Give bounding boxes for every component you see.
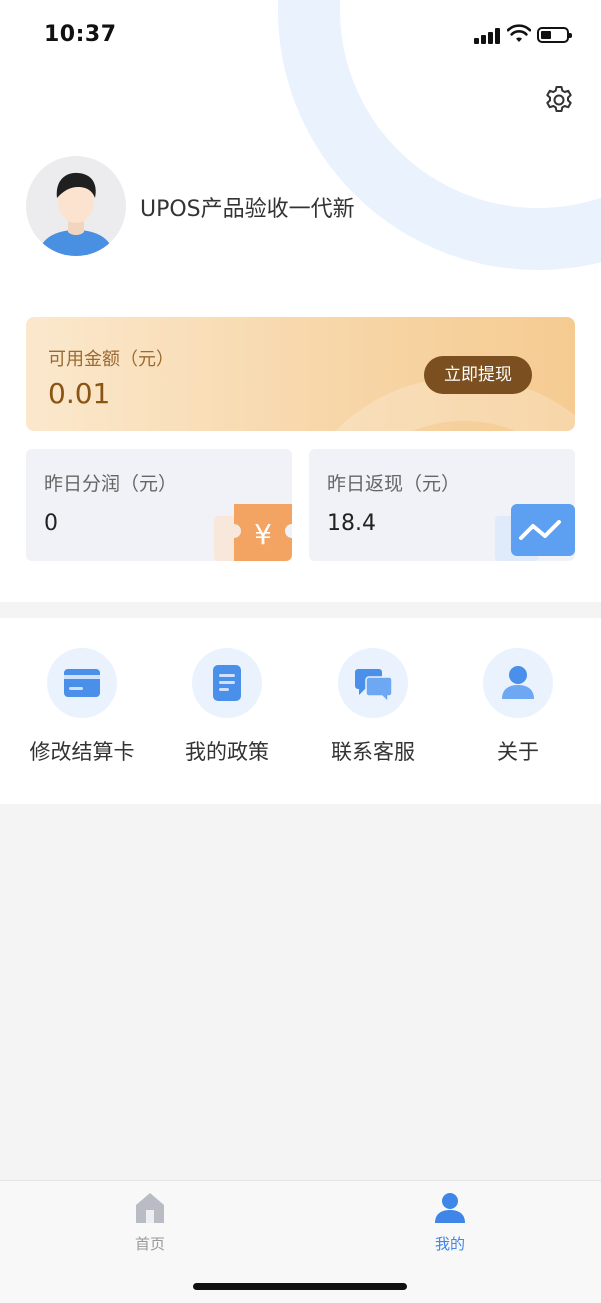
stat-card-cashback[interactable]: 昨日返现（元） 18.4 [309,449,575,561]
svg-text:¥: ¥ [254,518,272,551]
signal-icon [474,28,502,44]
battery-icon [537,27,572,43]
username: UPOS产品验收一代新 [140,197,355,222]
stat-value: 18.4 [327,511,376,536]
menu-item-label: 关于 [497,740,539,764]
withdraw-button[interactable]: 立即提现 [424,356,532,394]
stat-label: 昨日返现（元） [327,473,461,495]
yuan-ticket-icon: ¥ [214,504,292,561]
menu-item-label: 我的政策 [185,740,269,764]
menu-item-about[interactable]: 关于 [445,648,591,778]
balance-label: 可用金额（元） [48,349,174,370]
menu-item-label: 修改结算卡 [29,740,135,764]
profile-header: 10:37 UPOS产品验收一代新 可用金额（元） 0.01 立即提现 昨日分润… [0,0,601,602]
balance-value: 0.01 [48,377,111,410]
tab-mine[interactable]: 我的 [375,1191,525,1261]
stat-label: 昨日分润（元） [44,473,178,495]
tab-label: 首页 [134,1235,165,1253]
document-icon [192,648,262,718]
menu-item-label: 联系客服 [331,740,415,764]
menu-item-my-policy[interactable]: 我的政策 [154,648,300,778]
function-menu: 修改结算卡 我的政策 联系客服 关于 [0,618,601,804]
chat-icon [338,648,408,718]
person-icon [483,648,553,718]
stat-value: 0 [44,511,58,536]
card-icon [47,648,117,718]
tab-label: 我的 [434,1235,465,1253]
stat-card-profit[interactable]: 昨日分润（元） 0 ¥ [26,449,292,561]
menu-item-change-card[interactable]: 修改结算卡 [9,648,155,778]
status-bar: 10:37 [0,0,601,70]
menu-item-customer-service[interactable]: 联系客服 [300,648,446,778]
home-icon [136,1193,164,1223]
trend-chart-icon [495,504,575,561]
balance-card: 可用金额（元） 0.01 立即提现 [26,317,575,431]
wifi-icon [507,24,531,42]
tab-home[interactable]: 首页 [75,1191,225,1261]
status-time: 10:37 [44,22,117,47]
home-indicator [193,1283,407,1290]
avatar[interactable] [26,156,126,256]
user-icon [435,1193,465,1223]
avatar-person-icon [38,172,114,256]
settings-gear-icon[interactable] [543,84,575,116]
